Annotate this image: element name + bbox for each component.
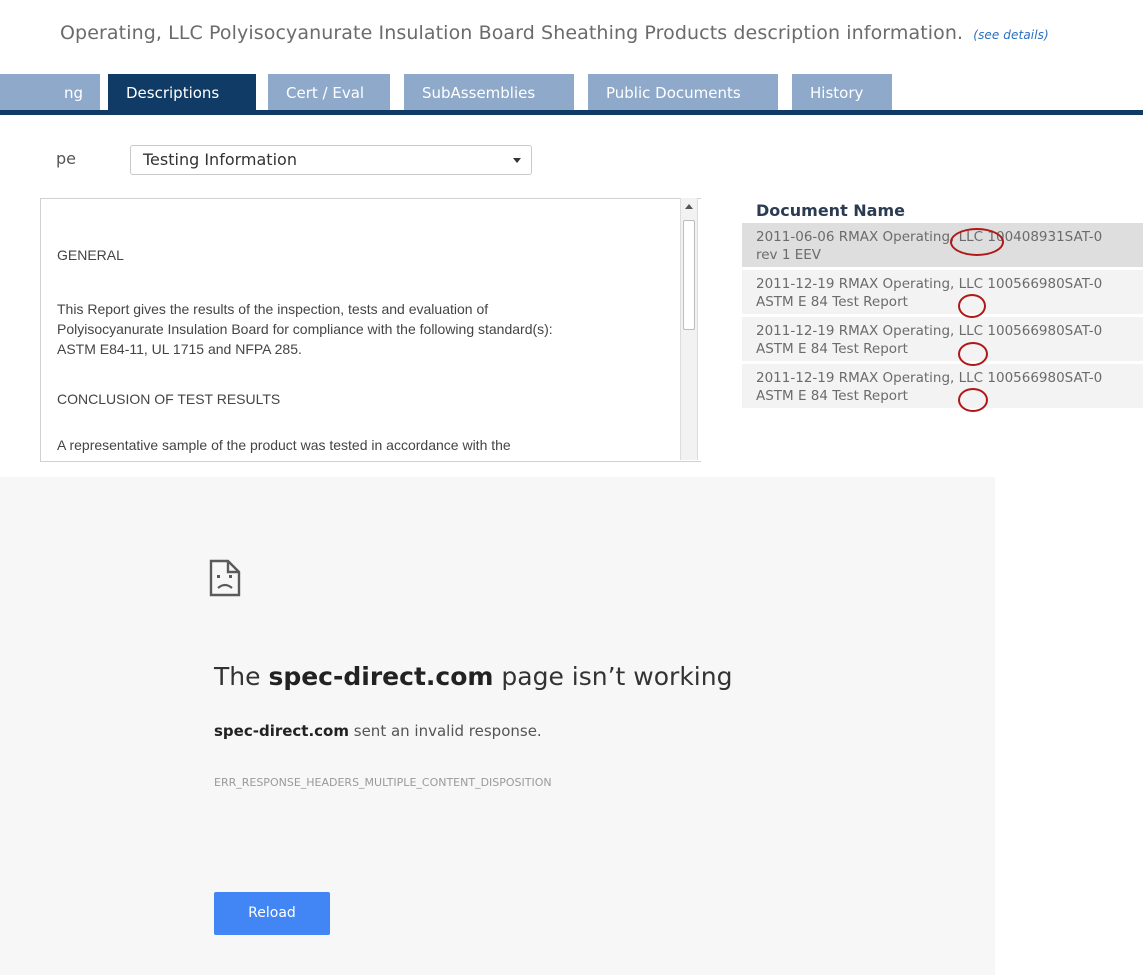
chevron-down-icon bbox=[513, 158, 521, 163]
document-row[interactable]: 2011-12-19 RMAX Operating, LLC 100566980… bbox=[742, 317, 1143, 361]
section-heading-conclusion: CONCLUSION OF TEST RESULTS bbox=[57, 391, 281, 407]
document-name-detail: ASTM E 84 Test Report bbox=[756, 294, 908, 310]
red-circle-annotation bbox=[950, 228, 1004, 256]
tab-history[interactable]: History bbox=[792, 74, 892, 112]
see-details-link[interactable]: (see details) bbox=[973, 28, 1048, 42]
scroll-up-arrow-icon[interactable] bbox=[685, 204, 693, 209]
error-title: The spec-direct.com page isn’t working bbox=[214, 662, 732, 691]
tab-public-documents[interactable]: Public Documents bbox=[588, 74, 778, 112]
document-name-header: Document Name bbox=[756, 201, 905, 220]
description-scrollbar[interactable] bbox=[680, 198, 698, 460]
error-subtitle-domain: spec-direct.com bbox=[214, 722, 349, 740]
document-name: 2011-06-06 RMAX Operating, LLC 100408931… bbox=[756, 229, 1103, 245]
tab-descriptions[interactable]: Descriptions bbox=[108, 74, 256, 112]
description-text-box[interactable]: GENERAL This Report gives the results of… bbox=[40, 198, 701, 462]
page-title: Operating, LLC Polyisocyanurate Insulati… bbox=[60, 22, 964, 44]
scrollbar-thumb[interactable] bbox=[683, 220, 695, 330]
spec-direct-product-page: Operating, LLC Polyisocyanurate Insulati… bbox=[0, 0, 1143, 470]
reload-button[interactable]: Reload bbox=[214, 892, 330, 935]
description-type-label: pe bbox=[56, 149, 76, 168]
tab-subassemblies[interactable]: SubAssemblies bbox=[404, 74, 574, 112]
error-title-domain: spec-direct.com bbox=[268, 662, 494, 691]
red-circle-annotation bbox=[958, 342, 988, 366]
error-title-suffix: page isn’t working bbox=[493, 662, 733, 691]
document-name-detail: ASTM E 84 Test Report bbox=[756, 341, 908, 357]
document-name: 2011-12-19 RMAX Operating, LLC 100566980… bbox=[756, 323, 1103, 339]
tab-cert-eval[interactable]: Cert / Eval bbox=[268, 74, 390, 112]
document-name-detail: rev 1 EEV bbox=[756, 247, 822, 263]
error-subtitle-text: sent an invalid response. bbox=[349, 722, 542, 740]
tab-bar: ng Descriptions Cert / Eval SubAssemblie… bbox=[0, 74, 1143, 114]
description-type-select[interactable]: Testing Information bbox=[130, 145, 532, 175]
error-subtitle: spec-direct.com sent an invalid response… bbox=[214, 722, 542, 740]
error-code: ERR_RESPONSE_HEADERS_MULTIPLE_CONTENT_DI… bbox=[214, 776, 552, 789]
red-circle-annotation bbox=[958, 294, 986, 318]
description-type-value: Testing Information bbox=[143, 150, 297, 169]
description-paragraph: This Report gives the results of the ins… bbox=[57, 301, 553, 357]
document-row[interactable]: 2011-06-06 RMAX Operating, LLC 100408931… bbox=[742, 223, 1143, 267]
section-heading-general: GENERAL bbox=[57, 247, 124, 263]
sad-document-icon bbox=[208, 559, 242, 601]
document-name-detail: ASTM E 84 Test Report bbox=[756, 388, 908, 404]
page-heading: Operating, LLC Polyisocyanurate Insulati… bbox=[60, 22, 1049, 44]
document-row[interactable]: 2011-12-19 RMAX Operating, LLC 100566980… bbox=[742, 270, 1143, 314]
document-row[interactable]: 2011-12-19 RMAX Operating, LLC 100566980… bbox=[742, 364, 1143, 408]
error-title-prefix: The bbox=[214, 662, 269, 691]
tab-listing[interactable]: ng bbox=[0, 74, 100, 112]
document-name: 2011-12-19 RMAX Operating, LLC 100566980… bbox=[756, 276, 1103, 292]
tab-underline bbox=[0, 110, 1143, 115]
red-circle-annotation bbox=[958, 388, 988, 412]
document-name: 2011-12-19 RMAX Operating, LLC 100566980… bbox=[756, 370, 1103, 386]
description-paragraph: A representative sample of the product w… bbox=[57, 437, 511, 453]
